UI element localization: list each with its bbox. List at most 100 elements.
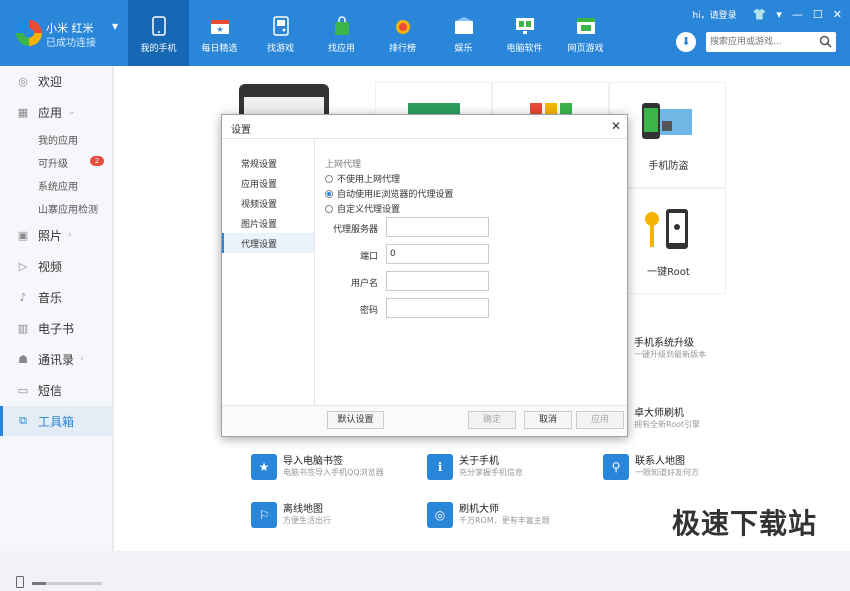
sidebar-item-music[interactable]: ♪ 音乐	[0, 282, 113, 312]
top-bar: 小米 红米 已成功连接 ▼ 我的手机 ★ 每日精选 找游戏 找应用 排行榜 娱乐	[0, 0, 850, 66]
field-label: 端口	[359, 252, 378, 262]
sidebar-item-my-apps[interactable]: 我的应用	[38, 132, 78, 147]
watermark: 极速下载站	[672, 507, 818, 540]
tool-system-upgrade[interactable]: 手机系统升级 一键升级到最新版本	[604, 334, 764, 370]
settings-nav-video[interactable]: 视频设置	[222, 193, 314, 213]
phone-storage-icon	[16, 576, 24, 591]
proxy-server-field[interactable]	[386, 217, 489, 237]
sidebar-item-label: 工具箱	[38, 414, 75, 429]
nav-web-games[interactable]: 网页游戏	[555, 0, 616, 66]
port-row: 端口	[316, 244, 627, 264]
nav-daily-picks[interactable]: ★ 每日精选	[189, 0, 250, 66]
close-icon[interactable]: ✕	[611, 119, 621, 133]
tool-desc: 方便生活出行	[283, 516, 331, 525]
tool-import-bookmarks[interactable]: ★ 导入电脑书签 电脑书签导入手机QQ浏览器	[251, 452, 411, 488]
chevron-right-icon: ›	[68, 230, 72, 240]
skin-icon[interactable]: 👕	[753, 8, 767, 21]
maximize-icon[interactable]: ☐	[813, 8, 823, 21]
radio-no-proxy[interactable]: 不使用上网代理	[325, 172, 400, 185]
sidebar-item-video[interactable]: ▷ 视频	[0, 251, 113, 281]
default-settings-button[interactable]: 默认设置	[327, 411, 384, 429]
minimize-icon[interactable]: —	[792, 8, 803, 21]
sidebar-item-upgradable[interactable]: 可升级	[38, 155, 68, 170]
nav-label: 排行榜	[388, 44, 416, 54]
field-label: 代理服务器	[332, 225, 378, 235]
section-title: 上网代理	[325, 160, 362, 170]
radio-button	[325, 174, 333, 183]
nav-ranking[interactable]: 排行榜	[372, 0, 433, 66]
svg-text:★: ★	[216, 25, 223, 34]
tool-title: 联系人地图	[635, 456, 685, 467]
video-icon: ▷	[18, 259, 28, 273]
username-field[interactable]	[386, 271, 489, 291]
close-icon[interactable]: ✕	[833, 8, 842, 21]
settings-nav-general[interactable]: 常规设置	[222, 153, 314, 173]
sidebar-item-ebook[interactable]: ▥ 电子书	[0, 313, 113, 343]
sidebar-item-label: 短信	[38, 383, 63, 398]
radio-button-selected	[325, 189, 333, 198]
nav-my-phone[interactable]: 我的手机	[128, 0, 189, 66]
sidebar-item-system-apps[interactable]: 系统应用	[38, 178, 78, 193]
radio-button	[325, 204, 333, 213]
sidebar-item-photos[interactable]: ▣ 照片 ›	[0, 220, 113, 250]
username-row: 用户名	[316, 271, 627, 291]
nav-label: 网页游戏	[567, 44, 604, 54]
chevron-down-icon[interactable]: ▼	[112, 22, 118, 31]
tool-title: 导入电脑书签	[283, 456, 343, 467]
settings-nav: 常规设置 应用设置 视频设置 图片设置 代理设置	[222, 139, 315, 405]
sidebar-item-toolbox[interactable]: ⧉ 工具箱	[0, 406, 113, 436]
menu-icon[interactable]: ▾	[776, 8, 782, 21]
radio-label: 不使用上网代理	[337, 175, 401, 185]
sidebar-item-label: 应用	[38, 105, 63, 120]
settings-nav-proxy[interactable]: 代理设置	[222, 233, 314, 253]
nav-find-games[interactable]: 找游戏	[250, 0, 311, 66]
nav-entertainment[interactable]: 娱乐	[433, 0, 494, 66]
sidebar-item-label: 音乐	[38, 290, 63, 305]
tool-desc: 电脑书签导入手机QQ浏览器	[283, 468, 384, 477]
port-field[interactable]	[386, 244, 489, 264]
proxy-settings-panel: 上网代理 不使用上网代理 自动使用IE浏览器的代理设置 自定义代理设置 代理服务…	[316, 139, 627, 405]
password-field[interactable]	[386, 298, 489, 318]
tool-flash-master[interactable]: ◎ 刷机大师 千万ROM，更有丰富主题	[427, 500, 587, 536]
sidebar-item-welcome[interactable]: ◎ 欢迎	[0, 66, 113, 96]
tool-contact-map[interactable]: ⚲ 联系人地图 一眼知道好友何方	[603, 452, 753, 488]
tool-zhuo-master[interactable]: 卓大师刷机 拥有全新Root引擎	[604, 404, 764, 440]
flash-master-icon: ◎	[427, 502, 453, 528]
tool-title: 刷机大师	[459, 504, 499, 515]
settings-nav-apps[interactable]: 应用设置	[222, 173, 314, 193]
bookmark-icon: ★	[251, 454, 277, 480]
apply-button[interactable]: 应用	[576, 411, 624, 429]
download-manager-icon[interactable]: ⬇	[676, 32, 696, 52]
sidebar-item-contacts[interactable]: ☗ 通讯录 ›	[0, 344, 113, 374]
search-icon[interactable]	[819, 35, 832, 51]
nav-pc-software[interactable]: 电脑软件	[494, 0, 555, 66]
shopping-bag-icon	[331, 16, 353, 36]
dialog-title: 设置	[222, 115, 627, 139]
nav-label: 找应用	[327, 44, 355, 54]
sidebar-item-apps[interactable]: ▦ 应用 ⌄	[0, 97, 113, 127]
cancel-button[interactable]: 取消	[524, 411, 572, 429]
ok-button[interactable]: 确定	[468, 411, 516, 429]
sidebar-item-sms[interactable]: ▭ 短信	[0, 375, 113, 405]
device-switcher[interactable]: 小米 红米 已成功连接 ▼	[12, 18, 122, 54]
connection-status: 已成功连接	[46, 38, 96, 49]
toolbox-icon: ⧉	[19, 414, 27, 427]
key-lock-icon	[644, 209, 694, 256]
photo-icon: ▣	[17, 228, 29, 242]
password-row: 密码	[316, 298, 627, 318]
sidebar-item-label: 通讯录	[38, 352, 75, 367]
tool-title: 关于手机	[459, 456, 499, 467]
radio-ie-proxy[interactable]: 自动使用IE浏览器的代理设置	[325, 187, 453, 200]
nav-label: 娱乐	[454, 44, 473, 54]
settings-nav-images[interactable]: 图片设置	[222, 213, 314, 233]
nav-label: 电脑软件	[506, 44, 543, 54]
tool-about-phone[interactable]: ℹ 关于手机 充分掌握手机信息	[427, 452, 577, 488]
tool-offline-map[interactable]: ⚐ 离线地图 方便生活出行	[251, 500, 401, 536]
search-input[interactable]	[706, 32, 812, 52]
storage-bar	[32, 582, 102, 585]
nav-find-apps[interactable]: 找应用	[311, 0, 372, 66]
monitor-icon	[514, 16, 536, 36]
radio-custom-proxy[interactable]: 自定义代理设置	[325, 202, 400, 215]
sidebar-item-copycat-check[interactable]: 山寨应用检测	[38, 201, 98, 216]
login-link[interactable]: hi，请登录	[692, 8, 736, 21]
